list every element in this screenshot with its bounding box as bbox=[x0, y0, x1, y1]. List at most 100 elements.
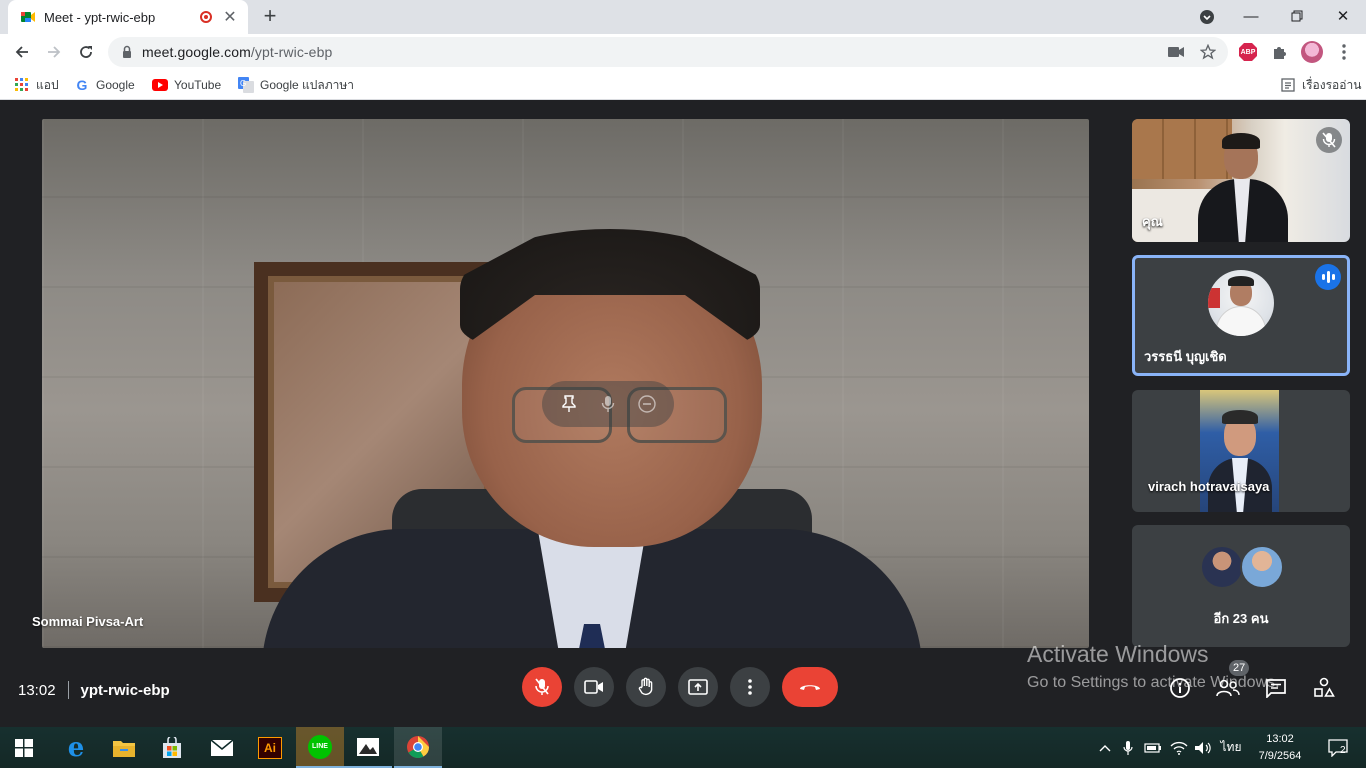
avatar-background-detail bbox=[1208, 288, 1220, 308]
notification-count: 2 bbox=[1340, 745, 1346, 756]
url-text: meet.google.com/ypt-rwic-ebp bbox=[142, 44, 332, 60]
back-button[interactable] bbox=[8, 38, 36, 66]
taskbar-edge[interactable]: e bbox=[52, 727, 100, 768]
reload-button[interactable] bbox=[72, 38, 100, 66]
microphone-toggle-button[interactable] bbox=[522, 667, 562, 707]
recording-indicator-icon bbox=[200, 11, 212, 23]
bookmark-apps[interactable]: แอป bbox=[14, 76, 59, 94]
input-language-button[interactable]: ไทย bbox=[1216, 727, 1246, 768]
activities-icon bbox=[1314, 677, 1335, 697]
microphone-icon bbox=[1123, 740, 1133, 755]
show-hidden-icons-button[interactable] bbox=[1094, 727, 1116, 768]
notifications-button[interactable]: 2 bbox=[1318, 727, 1358, 768]
participant-tile-virach[interactable]: virach hotravaisaya bbox=[1132, 390, 1350, 512]
taskbar-line[interactable]: LINE bbox=[296, 727, 344, 768]
participant-avatar bbox=[1208, 270, 1274, 336]
participant-hair bbox=[1222, 410, 1258, 424]
new-tab-button[interactable]: + bbox=[258, 5, 282, 29]
reading-list-button[interactable]: เรื่องรออ่าน bbox=[1280, 76, 1361, 94]
address-bar[interactable]: meet.google.com/ypt-rwic-ebp bbox=[108, 37, 1228, 67]
avatar-hair bbox=[1228, 276, 1254, 286]
tile-hover-controls bbox=[542, 381, 674, 427]
close-tab-icon[interactable]: ✕ bbox=[222, 7, 238, 27]
browser-tab-meet[interactable]: Meet - ypt-rwic-ebp ✕ bbox=[8, 0, 248, 34]
meeting-time: 13:02 bbox=[18, 681, 56, 699]
bookmark-google[interactable]: G Google bbox=[74, 76, 135, 94]
microphone-tray-icon[interactable] bbox=[1118, 727, 1138, 768]
taskbar-chrome[interactable] bbox=[394, 727, 442, 768]
camera-toggle-button[interactable] bbox=[574, 667, 614, 707]
hand-icon bbox=[638, 677, 653, 696]
profile-avatar-button[interactable] bbox=[1300, 40, 1324, 64]
present-screen-button[interactable] bbox=[678, 667, 718, 707]
bookmark-google-translate[interactable]: G Google แปลภาษา bbox=[238, 76, 354, 94]
start-button[interactable] bbox=[0, 727, 48, 768]
taskbar-photos[interactable] bbox=[344, 727, 392, 768]
camera-in-use-button[interactable] bbox=[1162, 37, 1190, 67]
volume-tray-icon[interactable] bbox=[1192, 727, 1214, 768]
battery-tray-icon[interactable] bbox=[1142, 727, 1164, 768]
bookmarks-bar: แอป G Google YouTube G Google แปลภาษา เร… bbox=[0, 70, 1366, 100]
back-arrow-icon bbox=[15, 46, 28, 58]
bookmark-youtube[interactable]: YouTube bbox=[152, 76, 221, 94]
svg-text:G: G bbox=[240, 79, 246, 88]
activate-windows-title: Activate Windows bbox=[1027, 641, 1209, 667]
taskbar-file-explorer[interactable] bbox=[100, 727, 148, 768]
bookmark-label: แอป bbox=[36, 77, 59, 92]
pin-button[interactable] bbox=[554, 389, 584, 419]
raise-hand-button[interactable] bbox=[626, 667, 666, 707]
google-translate-icon: G bbox=[238, 77, 254, 93]
taskbar-mail[interactable] bbox=[198, 727, 246, 768]
audio-bar bbox=[1331, 274, 1335, 280]
camera-icon bbox=[1168, 47, 1184, 57]
more-options-button[interactable] bbox=[730, 667, 770, 707]
remove-from-view-button[interactable] bbox=[632, 389, 662, 419]
minimize-button[interactable]: — bbox=[1228, 0, 1274, 32]
bookmark-label: Google bbox=[96, 78, 135, 92]
network-tray-icon[interactable] bbox=[1168, 727, 1190, 768]
main-speaker-name: Sommai Pivsa-Art bbox=[32, 614, 144, 629]
leave-call-button[interactable] bbox=[782, 667, 838, 707]
star-icon bbox=[1200, 44, 1216, 60]
battery-icon bbox=[1144, 742, 1161, 753]
photos-icon bbox=[357, 737, 379, 756]
taskbar-illustrator[interactable]: Ai bbox=[246, 727, 294, 768]
meet-favicon-icon bbox=[21, 12, 35, 22]
restore-button[interactable] bbox=[1274, 0, 1320, 32]
line-icon: LINE bbox=[308, 734, 332, 759]
taskbar-store[interactable] bbox=[148, 727, 196, 768]
vertical-dots-icon bbox=[748, 679, 752, 695]
participant-tile-self[interactable]: คุณ bbox=[1132, 119, 1350, 242]
taskbar-date: 7/9/2564 bbox=[1258, 750, 1302, 762]
participant-name: คุณ bbox=[1142, 214, 1163, 229]
adblock-plus-extension-button[interactable]: ABP bbox=[1236, 40, 1260, 64]
close-window-button[interactable]: ✕ bbox=[1320, 0, 1366, 32]
chrome-menu-button[interactable] bbox=[1332, 40, 1356, 64]
speaker-icon bbox=[1195, 741, 1211, 754]
wifi-icon bbox=[1170, 741, 1188, 755]
mic-off-icon bbox=[1322, 132, 1336, 148]
forward-button[interactable] bbox=[40, 38, 68, 66]
mute-participant-button[interactable] bbox=[593, 389, 623, 419]
chevron-down-circle-icon bbox=[1200, 10, 1214, 24]
windows-taskbar: e Ai LINE ไทย 13:02 7/9/2564 2 bbox=[0, 727, 1366, 768]
activities-button[interactable] bbox=[1311, 675, 1337, 701]
google-icon: G bbox=[76, 77, 88, 93]
participant-tile-speaking[interactable]: วรรธนี บุญเชิด bbox=[1132, 255, 1350, 376]
mic-off-icon bbox=[535, 678, 549, 695]
participant-tile-others[interactable]: อีก 23 คน bbox=[1132, 525, 1350, 647]
main-speaker-video[interactable] bbox=[42, 119, 1089, 648]
tab-search-button[interactable] bbox=[1196, 6, 1218, 28]
participant-hair bbox=[1222, 133, 1260, 149]
divider bbox=[67, 681, 69, 699]
activate-windows-watermark: Activate Windows Go to Settings to activ… bbox=[1027, 641, 1280, 692]
tab-strip: Meet - ypt-rwic-ebp ✕ + — ✕ bbox=[0, 0, 1366, 34]
store-icon bbox=[163, 736, 181, 758]
extensions-button[interactable] bbox=[1268, 40, 1292, 64]
taskbar-time: 13:02 bbox=[1266, 733, 1294, 745]
bookmark-star-button[interactable] bbox=[1194, 37, 1222, 67]
avatar-body bbox=[1216, 306, 1266, 336]
meeting-code: ypt-rwic-ebp bbox=[80, 681, 170, 699]
reload-icon bbox=[80, 46, 92, 58]
taskbar-clock[interactable]: 13:02 7/9/2564 bbox=[1248, 731, 1312, 765]
